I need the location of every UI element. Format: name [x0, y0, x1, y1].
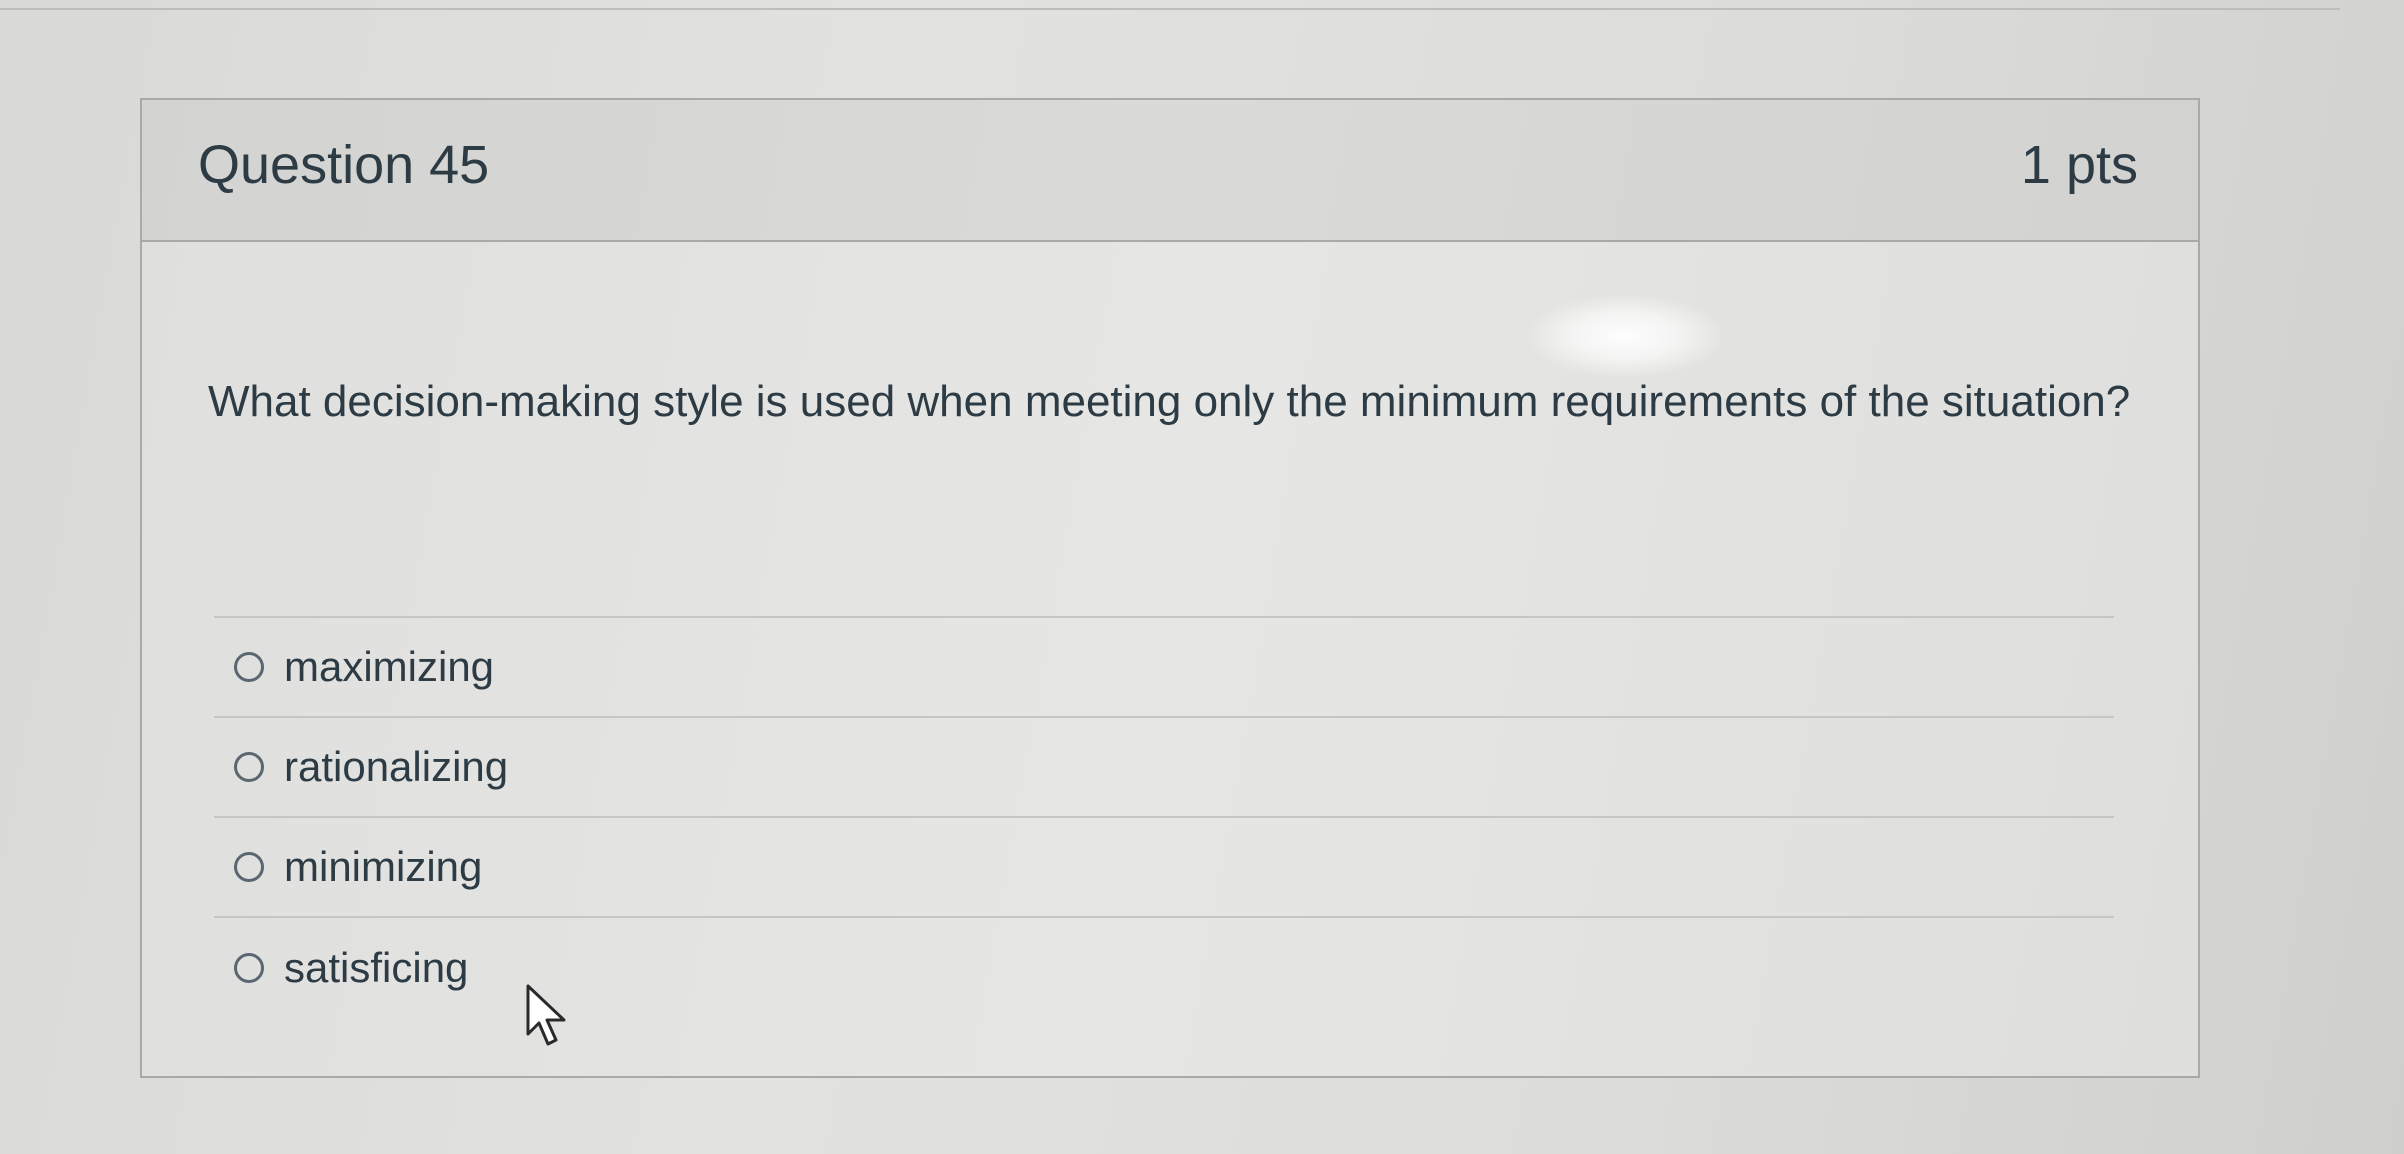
answer-option-satisficing[interactable]: satisficing	[214, 918, 2114, 1018]
question-card: Question 45 1 pts What decision-making s…	[140, 98, 2200, 1078]
radio-button[interactable]	[234, 652, 264, 682]
mouse-pointer-icon	[526, 984, 566, 1046]
answer-option-rationalizing[interactable]: rationalizing	[214, 718, 2114, 818]
question-points: 1 pts	[2020, 135, 2138, 195]
answer-option-minimizing[interactable]: minimizing	[214, 818, 2114, 918]
answer-list: maximizing rationalizing minimizing sati…	[214, 616, 2114, 1018]
answer-label: minimizing	[284, 843, 483, 890]
question-title: Question 45	[198, 135, 490, 195]
radio-button[interactable]	[234, 752, 264, 782]
question-header: Question 45 1 pts	[142, 100, 2198, 242]
answer-label: rationalizing	[284, 743, 509, 790]
page-top-divider	[0, 0, 2340, 10]
answer-option-maximizing[interactable]: maximizing	[214, 618, 2114, 718]
radio-button[interactable]	[234, 953, 264, 983]
question-text: What decision-making style is used when …	[208, 377, 2131, 426]
radio-button[interactable]	[234, 852, 264, 882]
answer-label: maximizing	[284, 643, 495, 690]
answer-label: satisficing	[284, 944, 469, 991]
